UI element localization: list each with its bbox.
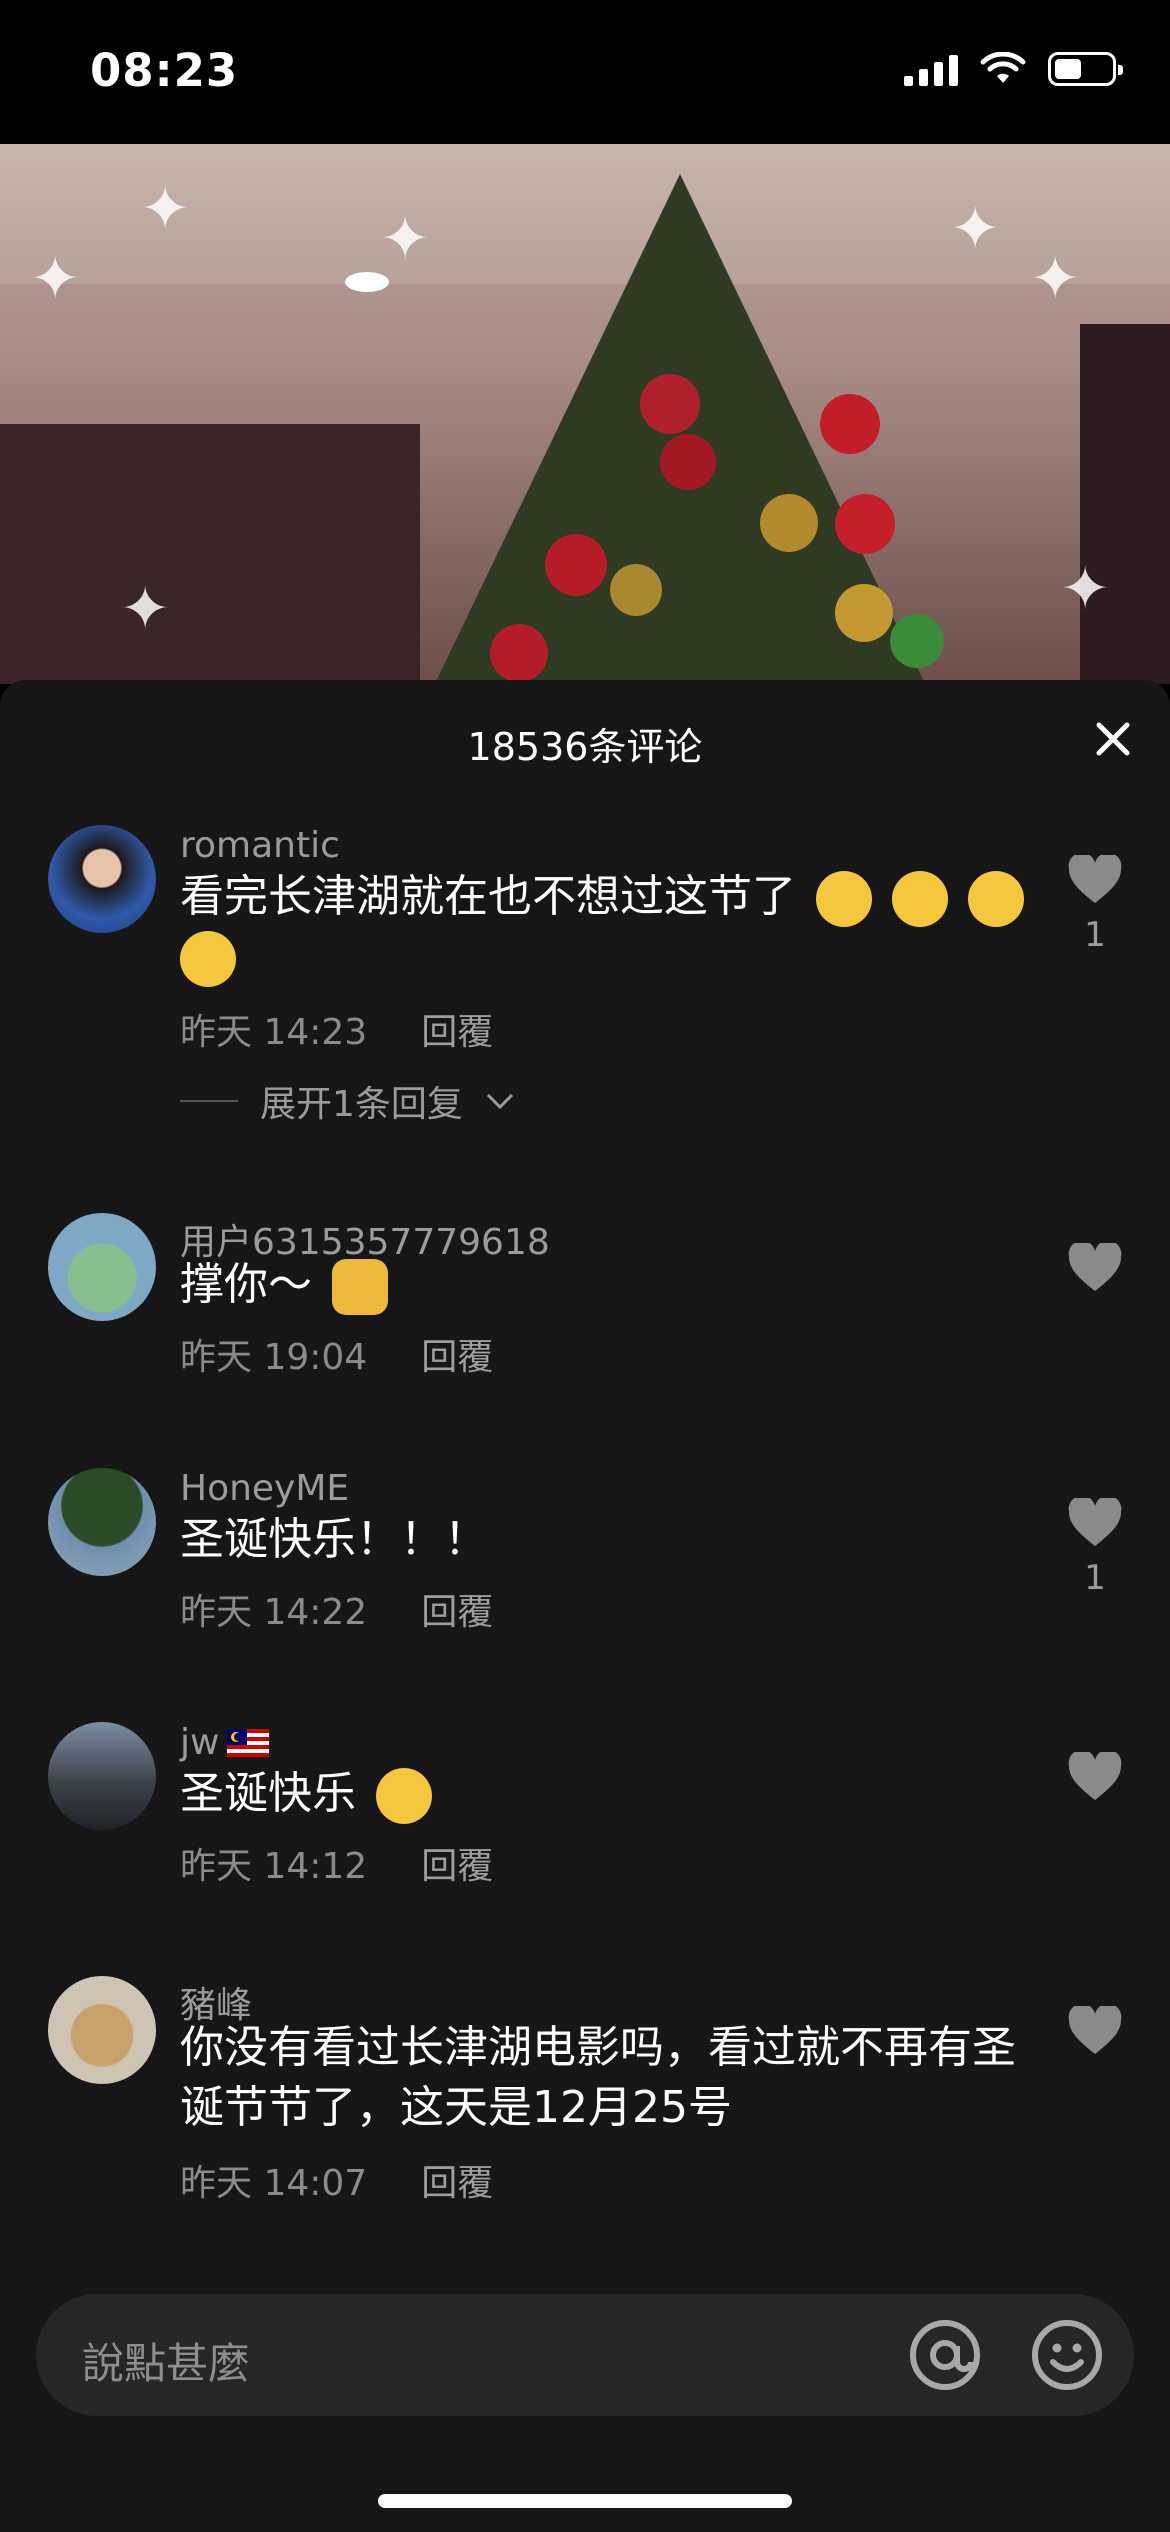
avatar[interactable] (48, 1468, 156, 1576)
comment-username[interactable]: romantic (180, 825, 340, 866)
comment-text: 圣诞快乐！！！ (180, 1514, 488, 1565)
reply-button[interactable]: 回覆 (421, 1837, 493, 1889)
like-count: 1 (1084, 1558, 1106, 1598)
comment-meta: 昨天 14:12 回覆 (180, 1837, 493, 1889)
wifi-icon (980, 52, 1026, 83)
at-sign-icon (910, 2320, 980, 2390)
smiley-icon (1032, 2320, 1102, 2390)
like-button[interactable] (1060, 1752, 1130, 1812)
comment-meta: 昨天 19:04 回覆 (180, 1328, 493, 1380)
expand-replies-label: 展开1条回复 (260, 1084, 463, 1125)
status-bar: 08:23 (0, 0, 1170, 144)
comment-input-placeholder: 說點甚麼 (82, 2339, 251, 2388)
chevron-down-icon (486, 1093, 513, 1110)
heart-icon (1068, 1243, 1122, 1291)
heart-icon (1068, 2006, 1122, 2054)
like-button[interactable]: 1 (1060, 855, 1130, 955)
pleading-face-emoji-icon (816, 871, 872, 927)
comment-date: 昨天 14:23 (180, 1012, 368, 1053)
like-button[interactable] (1060, 2006, 1130, 2066)
reply-button[interactable]: 回覆 (421, 1003, 493, 1055)
like-count: 1 (1084, 915, 1106, 955)
comment-username-text: jw (180, 1722, 220, 1763)
comment-date: 昨天 19:04 (180, 1337, 368, 1378)
battery-icon (1048, 52, 1123, 86)
like-button[interactable] (1060, 1243, 1130, 1303)
status-icons (904, 52, 1123, 86)
avatar[interactable] (48, 1213, 156, 1321)
pleading-face-emoji-icon (968, 871, 1024, 927)
comment-text: 撑你～ (180, 1255, 1030, 1315)
malaysia-flag-icon (227, 1728, 270, 1757)
close-icon (1096, 722, 1130, 756)
cellular-signal-icon (904, 52, 958, 86)
home-indicator[interactable] (378, 2494, 792, 2508)
comment-text: 你没有看过长津湖电影吗，看过就不再有圣诞节节了，这天是12月25号 (180, 2022, 1016, 2133)
grinning-face-emoji-icon (376, 1768, 432, 1824)
expand-replies-button[interactable]: 展开1条回复 (180, 1075, 515, 1127)
emoji-button[interactable] (1030, 2318, 1104, 2396)
reply-button[interactable]: 回覆 (421, 2154, 493, 2206)
comment-input-bar: 說點甚麼 (0, 2268, 1170, 2532)
comment-username[interactable]: HoneyME (180, 1468, 349, 1509)
like-button[interactable]: 1 (1060, 1498, 1130, 1598)
comment-date: 昨天 14:07 (180, 2163, 368, 2204)
heart-icon (1068, 855, 1122, 903)
avatar[interactable] (48, 825, 156, 933)
reply-button[interactable]: 回覆 (421, 1328, 493, 1380)
comment-text: 圣诞快乐 (180, 1764, 1030, 1824)
comment-date: 昨天 14:22 (180, 1592, 368, 1633)
comment-input[interactable]: 說點甚麼 (36, 2294, 1134, 2416)
comment-text: 看完长津湖就在也不想过这节了 (180, 867, 1030, 987)
pleading-face-emoji-icon (892, 871, 948, 927)
thumbs-up-emoji-icon (332, 1259, 388, 1315)
comment-username[interactable]: jw (180, 1722, 270, 1763)
avatar[interactable] (48, 1722, 156, 1830)
comment-meta: 昨天 14:22 回覆 (180, 1583, 493, 1635)
reply-button[interactable]: 回覆 (421, 1583, 493, 1635)
comment-date: 昨天 14:12 (180, 1846, 368, 1887)
mention-button[interactable] (908, 2318, 982, 2396)
close-button[interactable] (1086, 712, 1140, 766)
comments-sheet: 18536条评论 romantic 看完长津湖就在也不想过这节了 昨天 14:2… (0, 680, 1170, 2532)
pleading-face-emoji-icon (180, 931, 236, 987)
heart-icon (1068, 1752, 1122, 1800)
video-preview[interactable]: ✦ ✦ ✦ ✦ ✦ ✦ ✦ (0, 144, 1170, 684)
avatar[interactable] (48, 1976, 156, 2084)
comment-meta: 昨天 14:07 回覆 (180, 2154, 493, 2206)
status-time: 08:23 (90, 44, 239, 97)
heart-icon (1068, 1498, 1122, 1546)
comments-count-title: 18536条评论 (467, 725, 703, 769)
comment-meta: 昨天 14:23 回覆 (180, 1003, 493, 1055)
